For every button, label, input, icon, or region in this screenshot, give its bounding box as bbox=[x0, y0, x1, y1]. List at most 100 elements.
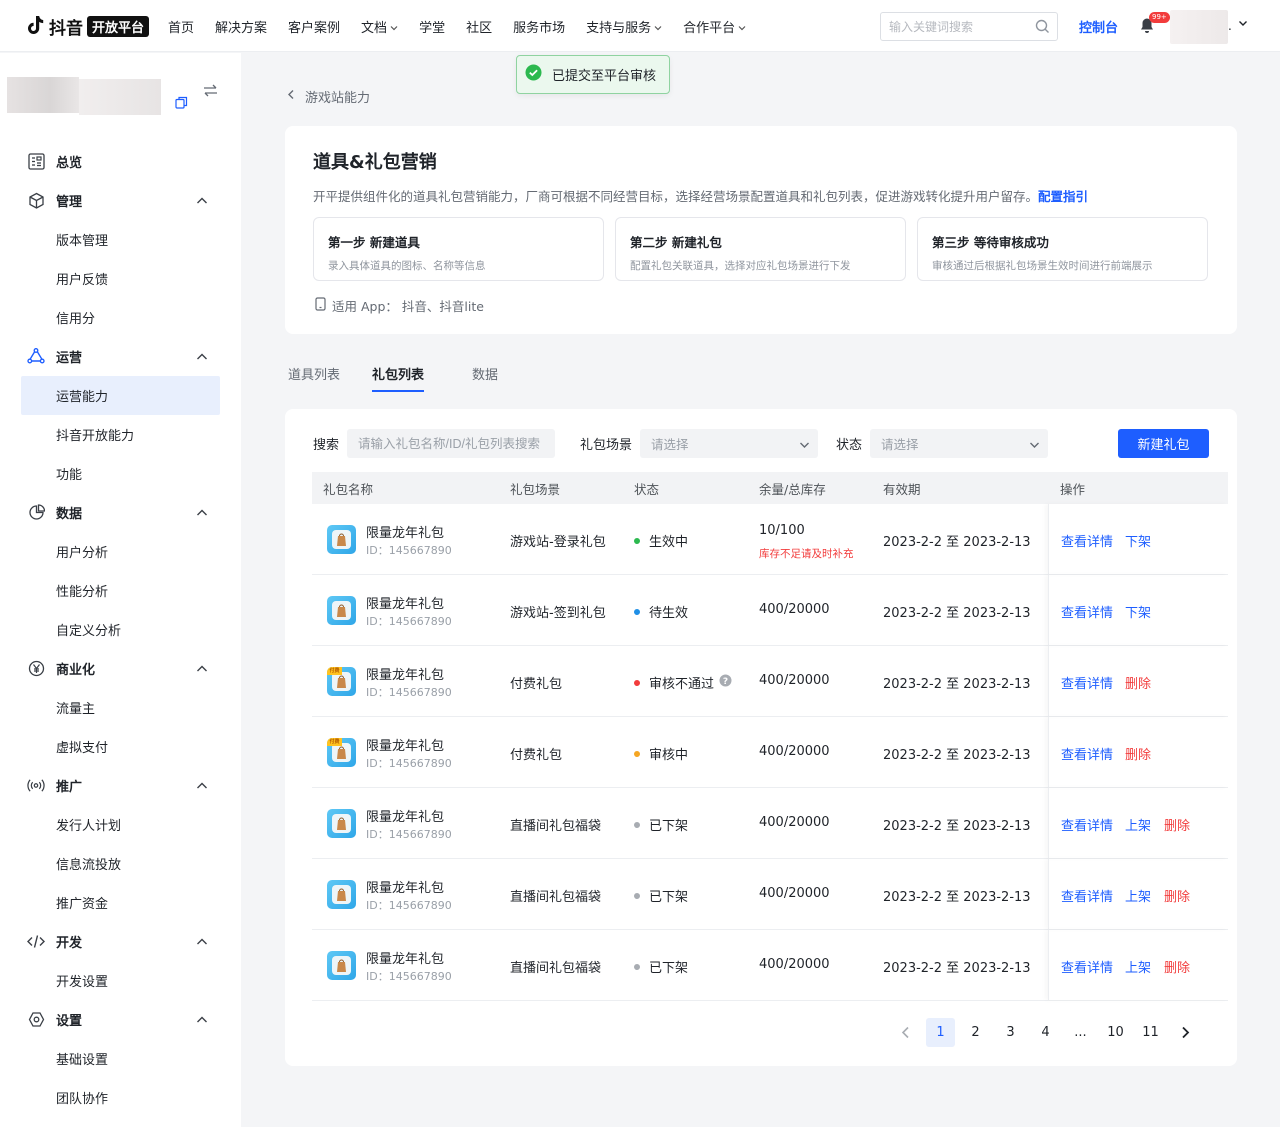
page-button[interactable]: 10 bbox=[1101, 1018, 1130, 1047]
sidebar-item[interactable]: 运营能力 bbox=[21, 376, 220, 415]
tab-item[interactable]: 礼包列表 bbox=[372, 356, 425, 392]
sidebar-group-promote[interactable]: 推广 bbox=[0, 766, 241, 805]
page-button[interactable]: 11 bbox=[1136, 1018, 1165, 1047]
sidebar-group-commerce[interactable]: 商业化 bbox=[0, 649, 241, 688]
back-arrow-icon[interactable] bbox=[287, 89, 295, 104]
tab-item[interactable]: 数据 bbox=[472, 356, 498, 392]
sidebar-item[interactable]: 基础设置 bbox=[0, 1039, 241, 1078]
chevron-up-icon[interactable] bbox=[196, 1014, 208, 1029]
sidebar-item[interactable]: 信用分 bbox=[0, 298, 241, 337]
chevron-up-icon[interactable] bbox=[196, 663, 208, 678]
nav-item[interactable]: 社区 bbox=[466, 17, 492, 36]
sidebar-item[interactable]: 推广资金 bbox=[0, 883, 241, 922]
scene-select[interactable]: 请选择 bbox=[640, 429, 819, 458]
gift-id: ID：145667890 bbox=[366, 828, 452, 841]
page-button[interactable]: 2 bbox=[961, 1018, 990, 1047]
search-icon[interactable] bbox=[1035, 19, 1050, 37]
nav-item[interactable]: 客户案例 bbox=[288, 17, 340, 36]
sidebar-item[interactable]: 自定义分析 bbox=[0, 610, 241, 649]
row-action-detail[interactable]: 查看详情 bbox=[1061, 744, 1113, 763]
help-icon[interactable]: ? bbox=[719, 674, 732, 691]
row-action-delete[interactable]: 删除 bbox=[1164, 815, 1190, 834]
nav-item[interactable]: 解决方案 bbox=[215, 17, 267, 36]
page-button[interactable]: 4 bbox=[1031, 1018, 1060, 1047]
row-action-detail[interactable]: 查看详情 bbox=[1061, 815, 1113, 834]
row-action-toggle[interactable]: 下架 bbox=[1125, 602, 1151, 621]
sidebar-group-overview[interactable]: 总览 bbox=[0, 142, 241, 181]
sidebar-group-data[interactable]: 数据 bbox=[0, 493, 241, 532]
chevron-down-icon[interactable] bbox=[1238, 17, 1248, 32]
row-action-toggle[interactable]: 上架 bbox=[1125, 957, 1151, 976]
console-link[interactable]: 控制台 bbox=[1079, 17, 1118, 36]
row-actions: 查看详情 删除 bbox=[1048, 646, 1228, 716]
global-search[interactable] bbox=[880, 12, 1058, 41]
sidebar-group-manage[interactable]: 管理 bbox=[0, 181, 241, 220]
row-action-toggle[interactable]: 上架 bbox=[1125, 815, 1151, 834]
page-button[interactable]: 3 bbox=[996, 1018, 1025, 1047]
search-filter: 搜索 bbox=[313, 429, 556, 458]
copy-icon[interactable] bbox=[175, 96, 188, 113]
prev-page-icon[interactable] bbox=[891, 1018, 920, 1047]
nav-item[interactable]: 合作平台 bbox=[683, 17, 746, 36]
chevron-up-icon[interactable] bbox=[196, 195, 208, 210]
swap-icon[interactable] bbox=[203, 84, 218, 101]
intro-card: 道具&礼包营销 开平提供组件化的道具礼包营销能力，厂商可根据不同经营目标，选择经… bbox=[285, 126, 1237, 334]
chevron-up-icon[interactable] bbox=[196, 507, 208, 522]
status-select[interactable]: 请选择 bbox=[870, 429, 1049, 458]
sidebar-item[interactable]: 用户分析 bbox=[0, 532, 241, 571]
column-header: 礼包名称 bbox=[323, 481, 374, 497]
sidebar-group-operate[interactable]: 运营 bbox=[0, 337, 241, 376]
nav-item[interactable]: 支持与服务 bbox=[586, 17, 662, 36]
row-action-detail[interactable]: 查看详情 bbox=[1061, 886, 1113, 905]
sidebar-item[interactable]: 性能分析 bbox=[0, 571, 241, 610]
row-action-delete[interactable]: 删除 bbox=[1125, 673, 1151, 692]
tiktok-logo-icon bbox=[27, 15, 47, 37]
tab-item[interactable]: 道具列表 bbox=[288, 356, 340, 392]
chevron-up-icon[interactable] bbox=[196, 936, 208, 951]
breadcrumb[interactable]: 游戏站能力 bbox=[287, 87, 370, 106]
sidebar-item[interactable]: 团队协作 bbox=[0, 1078, 241, 1117]
user-avatar[interactable] bbox=[1170, 10, 1228, 44]
status-badge: 审核中 bbox=[634, 744, 688, 763]
row-action-detail[interactable]: 查看详情 bbox=[1061, 602, 1113, 621]
sidebar-group-settings[interactable]: 设置 bbox=[0, 1000, 241, 1039]
nav-item[interactable]: 文档 bbox=[361, 17, 398, 36]
sidebar-item[interactable]: 用户反馈 bbox=[0, 259, 241, 298]
sidebar-item[interactable]: 虚拟支付 bbox=[0, 727, 241, 766]
scene-select-placeholder: 请选择 bbox=[651, 437, 689, 452]
sidebar-group-dev[interactable]: 开发 bbox=[0, 922, 241, 961]
row-action-detail[interactable]: 查看详情 bbox=[1061, 531, 1113, 550]
row-action-detail[interactable]: 查看详情 bbox=[1061, 957, 1113, 976]
row-action-delete[interactable]: 删除 bbox=[1164, 886, 1190, 905]
chevron-up-icon[interactable] bbox=[196, 780, 208, 795]
sidebar-item[interactable]: 功能 bbox=[0, 454, 241, 493]
next-page-icon[interactable] bbox=[1171, 1018, 1200, 1047]
row-action-toggle[interactable]: 上架 bbox=[1125, 886, 1151, 905]
row-action-delete[interactable]: 删除 bbox=[1164, 957, 1190, 976]
sidebar-item[interactable]: 抖音开放能力 bbox=[0, 415, 241, 454]
global-search-input[interactable] bbox=[889, 19, 1029, 34]
user-name[interactable]: . bbox=[1228, 19, 1232, 33]
new-gift-button[interactable]: 新建礼包 bbox=[1118, 429, 1209, 458]
sidebar-item[interactable]: 信息流投放 bbox=[0, 844, 241, 883]
nav-item[interactable]: 首页 bbox=[168, 17, 194, 36]
valid-period: 2023-2-2 至 2023-2-13 bbox=[883, 748, 1031, 763]
sidebar-item[interactable]: 开发设置 bbox=[0, 961, 241, 1000]
row-action-delete[interactable]: 删除 bbox=[1125, 744, 1151, 763]
breadcrumb-back-label[interactable]: 游戏站能力 bbox=[305, 87, 370, 106]
page-button[interactable]: 1 bbox=[926, 1018, 955, 1047]
sidebar-item[interactable]: 发行人计划 bbox=[0, 805, 241, 844]
brand-logo[interactable]: 抖音 开放平台 bbox=[27, 14, 150, 39]
gift-id: ID：145667890 bbox=[366, 899, 452, 912]
chevron-up-icon[interactable] bbox=[196, 351, 208, 366]
row-action-toggle[interactable]: 下架 bbox=[1125, 531, 1151, 550]
nav-item[interactable]: 服务市场 bbox=[513, 17, 565, 36]
search-box[interactable] bbox=[347, 429, 556, 458]
nav-item[interactable]: 学堂 bbox=[419, 17, 445, 36]
search-input[interactable] bbox=[358, 436, 556, 451]
sidebar-group-label: 管理 bbox=[56, 195, 83, 210]
sidebar-item[interactable]: 版本管理 bbox=[0, 220, 241, 259]
row-action-detail[interactable]: 查看详情 bbox=[1061, 673, 1113, 692]
sidebar-item[interactable]: 流量主 bbox=[0, 688, 241, 727]
guide-link[interactable]: 配置指引 bbox=[1038, 189, 1088, 204]
